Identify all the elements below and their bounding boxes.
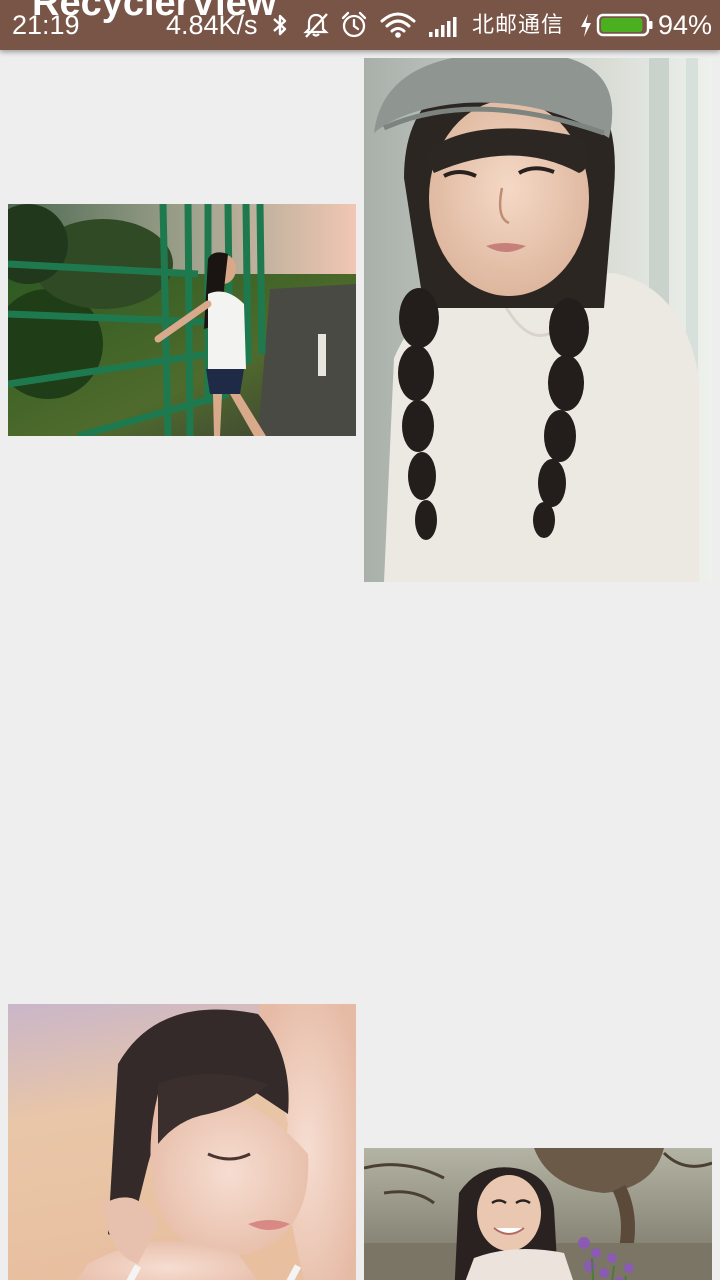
photo-card-braids[interactable]	[364, 58, 712, 582]
photo-card-fence[interactable]	[8, 204, 356, 436]
cellular-signal-icon	[428, 10, 462, 40]
photo-girl-wet-hair	[8, 1004, 356, 1280]
photo-girl-fence	[8, 204, 356, 436]
status-time: 21:19	[12, 10, 80, 40]
status-battery-percent: 94%	[658, 10, 713, 40]
wifi-icon	[380, 10, 416, 40]
photo-girl-flowers	[364, 1148, 712, 1280]
app-bar: RecyclerView 21:19 4.84K/s 北邮通信 94%	[0, 0, 720, 50]
battery-level-fill	[601, 18, 643, 32]
screen: RecyclerView 21:19 4.84K/s 北邮通信 94%	[0, 0, 720, 1280]
charging-bolt-icon	[578, 10, 594, 40]
alarm-clock-icon	[340, 10, 368, 40]
bluetooth-icon	[270, 10, 290, 40]
photo-card-wet-hair[interactable]	[8, 1004, 356, 1280]
status-carrier: 北邮通信	[472, 12, 565, 37]
notifications-off-icon	[302, 10, 330, 40]
photo-girl-braids	[364, 58, 712, 582]
status-network-speed: 4.84K/s	[166, 10, 258, 40]
photo-card-flowers[interactable]	[364, 1148, 712, 1280]
battery-icon	[596, 10, 654, 40]
